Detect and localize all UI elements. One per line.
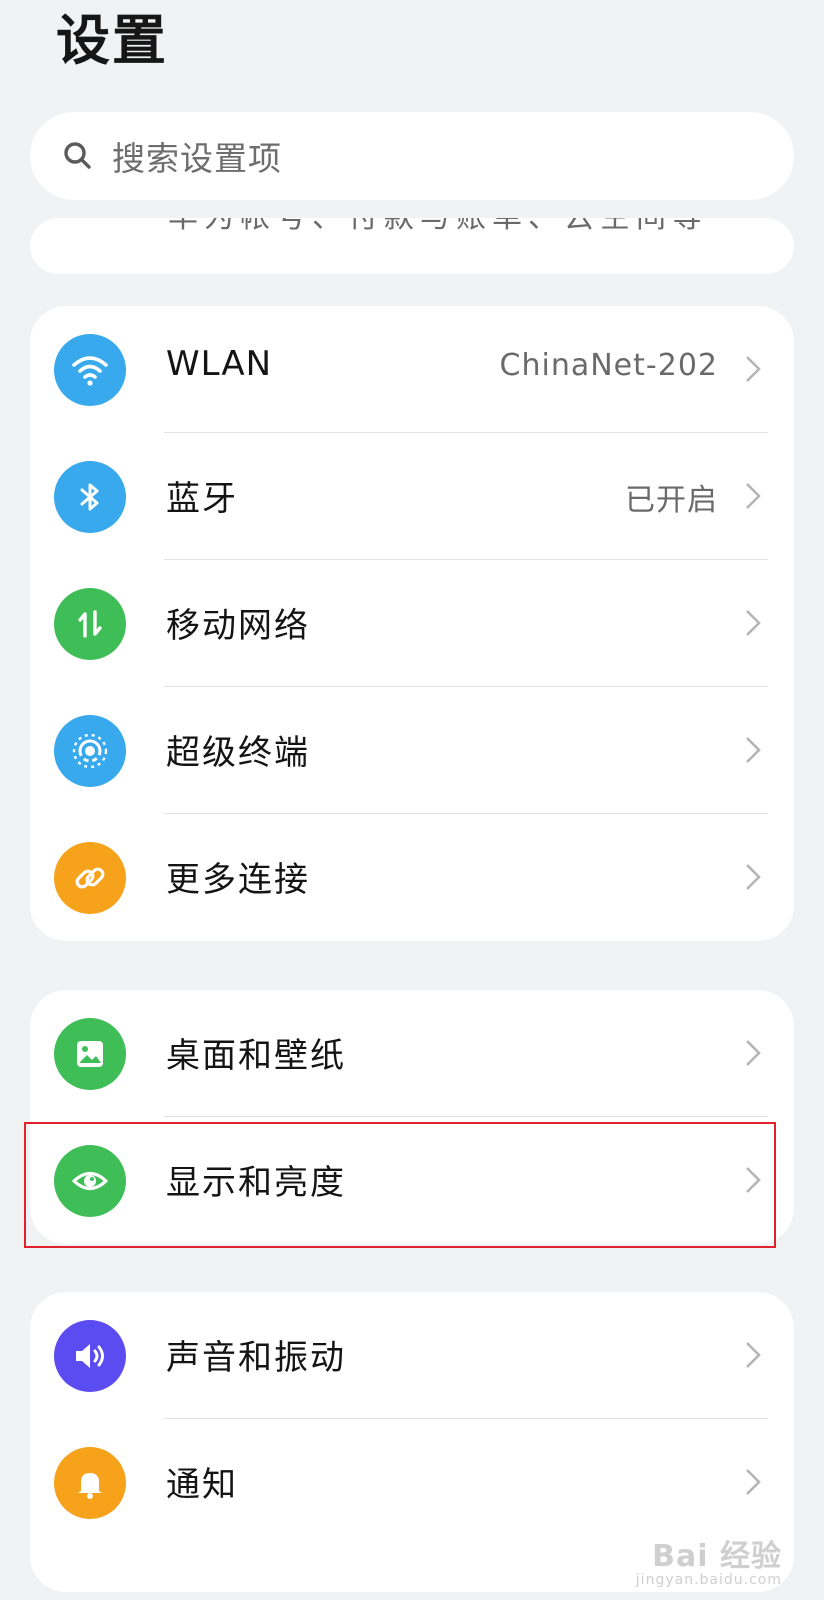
chevron-right-icon bbox=[746, 1469, 761, 1495]
chevron-right-icon bbox=[746, 1040, 761, 1066]
settings-item-value: 已开启 bbox=[625, 483, 718, 518]
wallpaper-icon bbox=[54, 1018, 126, 1090]
settings-item-label: WLAN bbox=[166, 344, 273, 384]
settings-item-label: 蓝牙 bbox=[166, 479, 238, 519]
watermark-url: jingyan.baidu.com bbox=[635, 1571, 782, 1588]
bell-icon bbox=[54, 1447, 126, 1519]
chevron-right-icon bbox=[746, 356, 761, 382]
connectivity-group: WLAN ChinaNet-202 蓝牙 已开启 移动网络 超级终端 更多连接 bbox=[30, 306, 794, 941]
settings-item-wallpaper[interactable]: 桌面和壁纸 bbox=[30, 990, 794, 1117]
settings-item-sound-vibration[interactable]: 声音和振动 bbox=[30, 1292, 794, 1419]
chevron-right-icon bbox=[746, 864, 761, 890]
settings-item-label: 超级终端 bbox=[166, 733, 310, 773]
settings-item-super-device[interactable]: 超级终端 bbox=[30, 687, 794, 814]
settings-item-label: 显示和亮度 bbox=[166, 1163, 346, 1203]
search-icon bbox=[64, 142, 91, 169]
chevron-right-icon bbox=[746, 737, 761, 763]
account-subtitle: 华为帐号、付款与账单、云空间等 bbox=[168, 218, 708, 236]
search-bar[interactable]: 搜索设置项 bbox=[30, 112, 794, 200]
page-title: 设置 bbox=[56, 9, 168, 72]
settings-item-value: ChinaNet-202 bbox=[499, 348, 718, 383]
settings-item-label: 桌面和壁纸 bbox=[166, 1036, 346, 1076]
watermark-logo: Bai 经验 bbox=[652, 1538, 782, 1574]
account-card[interactable]: 华为帐号、付款与账单、云空间等 bbox=[30, 218, 794, 274]
settings-item-display-brightness[interactable]: 显示和亮度 bbox=[30, 1117, 794, 1244]
settings-item-mobile-network[interactable]: 移动网络 bbox=[30, 560, 794, 687]
mobile-data-icon bbox=[54, 588, 126, 660]
chevron-right-icon bbox=[746, 483, 761, 509]
chevron-right-icon bbox=[746, 1342, 761, 1368]
settings-item-more-connections[interactable]: 更多连接 bbox=[30, 814, 794, 941]
settings-item-label: 声音和振动 bbox=[166, 1338, 346, 1378]
bluetooth-icon bbox=[54, 461, 126, 533]
settings-item-label: 通知 bbox=[166, 1465, 238, 1505]
settings-item-label: 更多连接 bbox=[166, 860, 310, 900]
super-device-icon bbox=[54, 715, 126, 787]
chevron-right-icon bbox=[746, 1167, 761, 1193]
search-placeholder: 搜索设置项 bbox=[112, 139, 282, 178]
settings-item-label: 移动网络 bbox=[166, 606, 310, 646]
settings-item-wlan[interactable]: WLAN ChinaNet-202 bbox=[30, 306, 794, 433]
link-icon bbox=[54, 842, 126, 914]
settings-item-notifications[interactable]: 通知 bbox=[30, 1419, 794, 1546]
chevron-right-icon bbox=[746, 610, 761, 636]
watermark: Bai 经验 jingyan.baidu.com bbox=[636, 1540, 782, 1588]
wifi-icon bbox=[54, 334, 126, 406]
settings-item-bluetooth[interactable]: 蓝牙 已开启 bbox=[30, 433, 794, 560]
eye-icon bbox=[54, 1145, 126, 1217]
display-group: 桌面和壁纸 显示和亮度 bbox=[30, 990, 794, 1244]
sound-icon bbox=[54, 1320, 126, 1392]
